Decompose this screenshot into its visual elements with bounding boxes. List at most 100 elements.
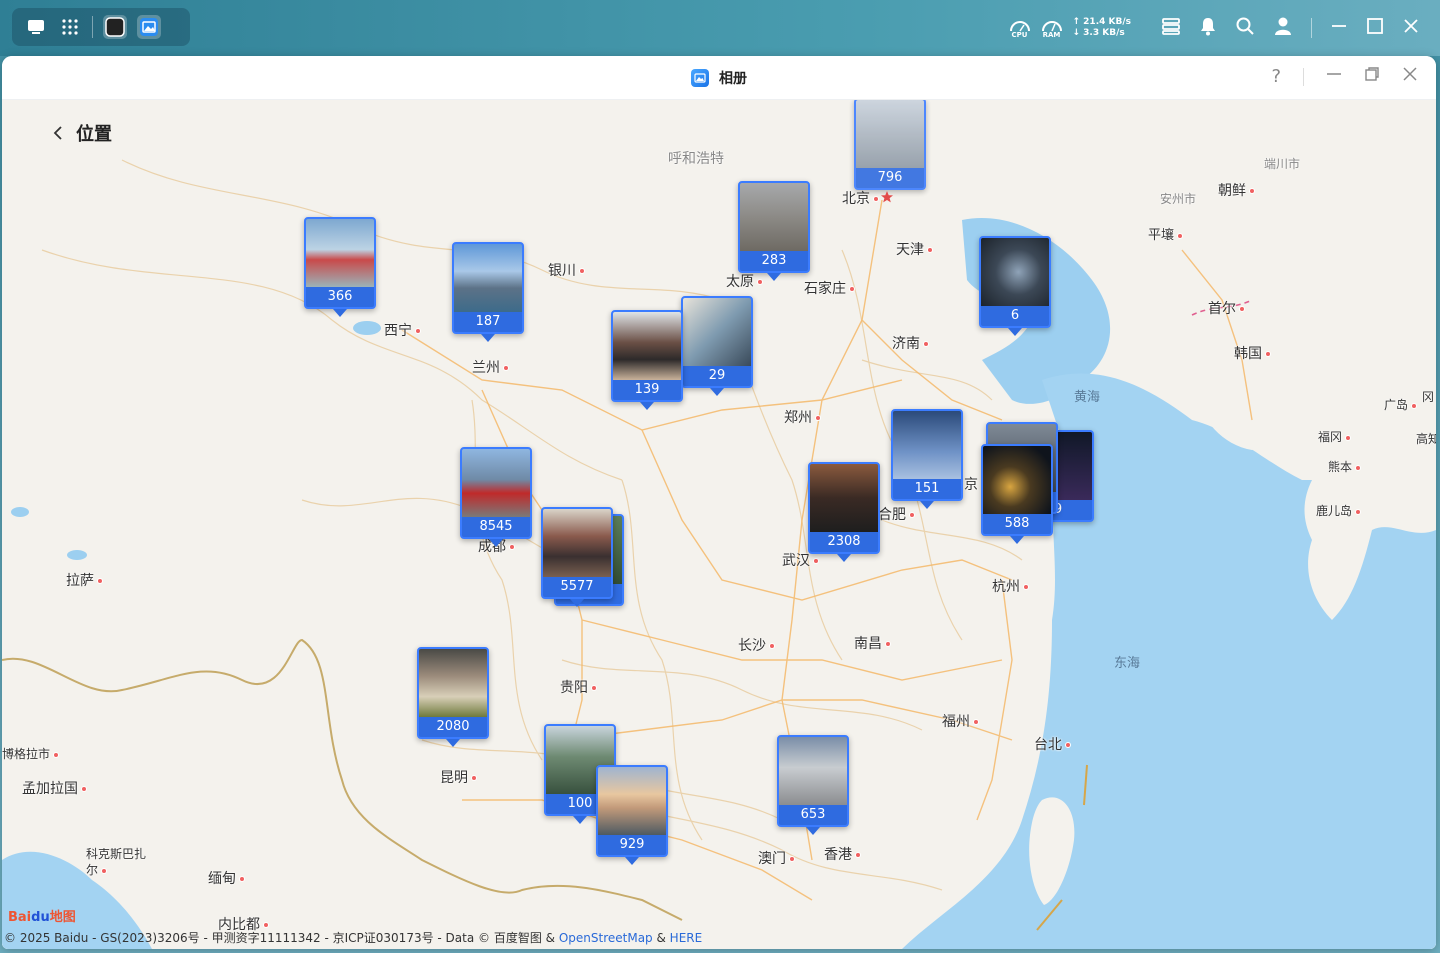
app-grid-icon[interactable]	[58, 15, 82, 39]
photo-cluster-pin[interactable]: 283	[738, 181, 810, 281]
city-dot-icon	[239, 876, 245, 882]
cluster-count: 139	[634, 382, 660, 397]
city-dot-icon	[1177, 232, 1184, 239]
city-dot-icon	[101, 867, 108, 874]
city-label: 贵阳	[560, 677, 597, 697]
photo-cluster-pin[interactable]: 2080	[417, 647, 489, 747]
city-label: 平壤	[1148, 224, 1184, 243]
photo-cluster-pin[interactable]: 139	[611, 310, 683, 410]
city-label: 银川	[548, 260, 585, 280]
photo-cluster-pin[interactable]: 796	[854, 100, 926, 190]
cluster-count: 187	[475, 314, 501, 329]
copyright-amp: &	[652, 931, 670, 945]
close-all-icon[interactable]	[1402, 17, 1420, 39]
city-dot-icon	[757, 279, 763, 285]
openstreetmap-link[interactable]: OpenStreetMap	[559, 931, 653, 945]
cluster-count: 366	[327, 289, 353, 304]
cluster-count: 5577	[560, 579, 594, 594]
photo-cluster-pin[interactable]: 6	[979, 236, 1051, 336]
photo-cluster-pin[interactable]: 29	[681, 296, 753, 396]
city-dot-icon	[97, 578, 103, 584]
map-copyright: © 2025 Baidu - GS(2023)3206号 - 甲测资字11111…	[4, 929, 702, 946]
baidu-logo-map: 地图	[49, 910, 76, 925]
window-titlebar[interactable]: 相册 ?	[2, 56, 1436, 100]
help-icon[interactable]: ?	[1271, 66, 1281, 87]
cpu-label: CPU	[1011, 30, 1028, 39]
resource-monitor-icon[interactable]	[1161, 17, 1181, 39]
city-dot-icon	[1239, 306, 1245, 312]
photo-cluster-pin[interactable]: 366	[304, 217, 376, 317]
city-label: 郑州	[784, 407, 821, 427]
city-label: 冈	[1422, 388, 1436, 405]
cpu-gauge[interactable]: CPU	[1009, 18, 1031, 39]
ram-label: RAM	[1042, 30, 1061, 39]
city-dot-icon	[579, 268, 585, 274]
city-dot-icon	[1249, 188, 1255, 194]
photos-app-icon[interactable]	[137, 15, 161, 39]
bell-icon[interactable]	[1199, 16, 1217, 40]
city-label: 南昌	[854, 633, 891, 653]
minimize-all-icon[interactable]	[1330, 17, 1348, 39]
search-icon[interactable]	[1235, 16, 1255, 40]
photo-cluster-pin[interactable]: 151	[891, 409, 963, 509]
minimize-icon[interactable]	[1326, 66, 1342, 87]
city-dot-icon	[813, 558, 819, 564]
window-title-group: 相册	[691, 68, 747, 88]
sea-label: 黄海	[1074, 390, 1101, 405]
sea-label: 东海	[1114, 656, 1141, 671]
city-label: 澳门	[758, 848, 795, 868]
city-label: 香港	[824, 844, 861, 864]
city-label: 昆明	[440, 767, 477, 787]
close-icon[interactable]	[1402, 66, 1418, 87]
taskbar-left-group	[12, 8, 190, 46]
maximize-all-icon[interactable]	[1366, 17, 1384, 39]
baidu-map-logo[interactable]: Baidu地图	[8, 906, 76, 925]
map-base-layer	[2, 100, 1436, 949]
city-dot-icon	[53, 751, 60, 758]
desktop-icon[interactable]	[24, 15, 48, 39]
city-label: 缅甸	[208, 868, 245, 888]
photos-window: 相册 ? 位置 呼和浩特 北京 银川 太原 石家庄 天津 济南 西宁 兰州 郑州…	[2, 56, 1436, 949]
ram-gauge[interactable]: RAM	[1041, 18, 1063, 39]
city-dot-icon	[927, 247, 933, 253]
city-dot-icon	[1023, 584, 1029, 590]
city-dot-icon	[973, 719, 979, 725]
photo-cluster-pin[interactable]: 2308	[808, 462, 880, 562]
city-label: 合肥	[878, 504, 915, 524]
photo-cluster-pin[interactable]: 8545	[460, 447, 532, 547]
city-label: 太原	[726, 271, 763, 291]
city-label: 呼和浩特	[668, 151, 724, 167]
photo-cluster-pin[interactable]: 929	[596, 765, 668, 865]
city-dot-icon	[263, 922, 269, 928]
city-dot-icon	[1355, 464, 1362, 471]
user-icon[interactable]	[1273, 16, 1293, 40]
cluster-count: 283	[761, 253, 787, 268]
download-speed: ↓ 3.3 KB/s	[1072, 28, 1125, 38]
restore-icon[interactable]	[1364, 66, 1380, 87]
photo-location-map[interactable]: 位置 呼和浩特 北京 银川 太原 石家庄 天津 济南 西宁 兰州 郑州 合肥 京…	[2, 100, 1436, 949]
city-dot-icon	[81, 786, 87, 792]
photo-cluster-pin[interactable]: 653	[777, 735, 849, 835]
city-dot-icon	[509, 544, 515, 550]
terminal-app-icon[interactable]	[103, 15, 127, 39]
network-speed[interactable]: ↑ 21.4 KB/s ↓ 3.3 KB/s	[1073, 17, 1132, 39]
baidu-logo-bai: Bai	[8, 910, 32, 925]
city-dot-icon	[591, 685, 597, 691]
city-label: 福冈	[1318, 428, 1352, 445]
city-label: 拉萨	[66, 570, 103, 590]
photo-cluster-pin[interactable]: 588	[981, 444, 1053, 544]
photos-app-icon	[691, 68, 709, 87]
photo-cluster-pin[interactable]: 187	[452, 242, 524, 342]
taskbar-separator	[92, 16, 93, 38]
photo-cluster-pin[interactable]: 5577	[541, 507, 613, 607]
system-taskbar: CPU RAM ↑ 21.4 KB/s ↓ 3.3 KB/s	[0, 0, 1440, 56]
here-link[interactable]: HERE	[670, 931, 703, 945]
back-button[interactable]: 位置	[52, 120, 112, 146]
city-dot-icon	[855, 852, 861, 858]
city-label: 首尔	[1208, 298, 1245, 318]
city-dot-icon	[1265, 351, 1271, 357]
cluster-count: 8545	[479, 519, 513, 534]
city-label: 福州	[942, 711, 979, 731]
city-label: 朝鲜	[1218, 180, 1255, 200]
window-controls-separator	[1303, 67, 1304, 86]
